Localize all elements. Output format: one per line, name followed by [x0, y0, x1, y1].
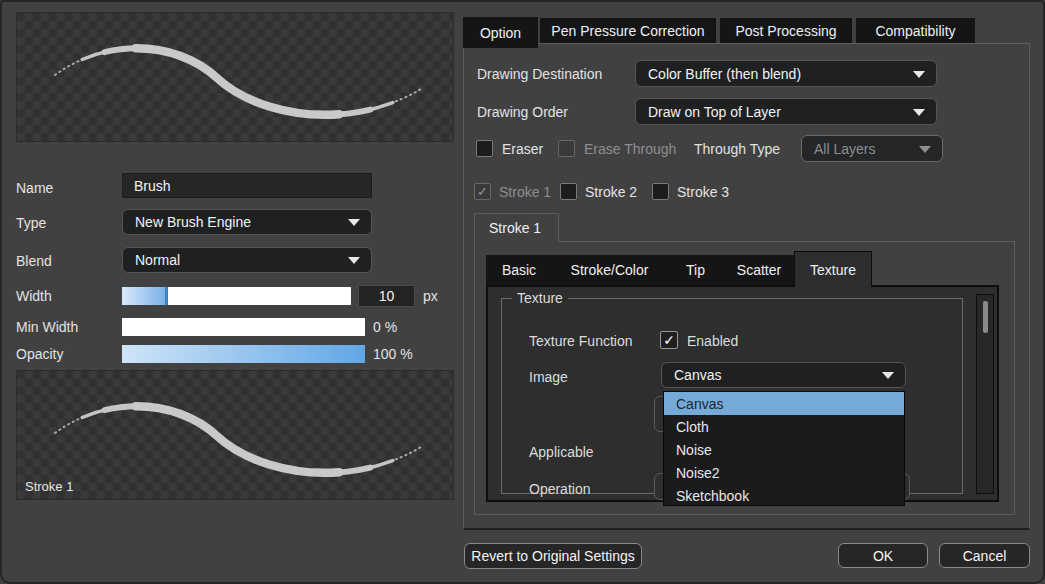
min-width-slider[interactable] — [122, 318, 365, 336]
tab-scatter[interactable]: Scatter — [724, 255, 794, 285]
enabled-label: Enabled — [687, 333, 738, 349]
brush-stroke-preview-curve — [17, 371, 453, 499]
stroke2-check-label: Stroke 2 — [585, 184, 637, 200]
type-label: Type — [16, 215, 46, 231]
drawing-destination-label: Drawing Destination — [477, 66, 602, 82]
drawing-destination-dropdown[interactable]: Color Buffer (then blend) — [635, 60, 937, 87]
dropdown-option-noise2[interactable]: Noise2 — [664, 461, 904, 484]
min-width-value: 0 % — [373, 319, 397, 335]
tab-compatibility[interactable]: Compatibility — [856, 18, 975, 43]
revert-button[interactable]: Revert to Original Settings — [464, 543, 642, 569]
chevron-down-icon — [913, 109, 925, 116]
scrollbar[interactable] — [976, 294, 994, 494]
brush-preview-bottom: Stroke 1 — [16, 370, 454, 500]
chevron-down-icon — [882, 372, 894, 379]
through-type-label: Through Type — [694, 141, 780, 157]
image-dropdown[interactable]: Canvas — [661, 362, 906, 388]
name-input[interactable]: Brush — [122, 173, 372, 198]
erase-through-checkbox — [558, 140, 575, 157]
texture-function-label: Texture Function — [529, 333, 633, 349]
blend-label: Blend — [16, 253, 52, 269]
width-unit: px — [423, 288, 438, 304]
through-type-dropdown: All Layers — [801, 135, 943, 162]
cancel-button[interactable]: Cancel — [939, 543, 1030, 568]
dropdown-option-sketchbook[interactable]: Sketchbook — [664, 484, 904, 507]
stroke2-checkbox[interactable] — [560, 183, 577, 200]
brush-stroke-preview-curve — [17, 13, 453, 141]
scrollbar-thumb[interactable] — [983, 301, 988, 333]
eraser-checkbox[interactable] — [476, 140, 493, 157]
width-slider[interactable] — [122, 287, 351, 305]
blend-dropdown[interactable]: Normal — [122, 247, 372, 273]
image-label: Image — [529, 369, 568, 385]
tab-stroke-color[interactable]: Stroke/Color — [552, 255, 667, 285]
texture-groupbox-title: Texture — [512, 290, 568, 306]
stroke1-checkbox: ✓ — [474, 183, 491, 200]
applicable-label: Applicable — [529, 444, 594, 460]
drawing-order-label: Drawing Order — [477, 104, 568, 120]
ok-button[interactable]: OK — [838, 543, 928, 568]
dropdown-option-noise[interactable]: Noise — [664, 438, 904, 461]
type-dropdown[interactable]: New Brush Engine — [122, 209, 372, 235]
brush-preview-top — [16, 12, 454, 142]
tab-option[interactable]: Option — [463, 17, 538, 48]
brush-settings-dialog: Name Brush Type New Brush Engine Blend N… — [0, 0, 1045, 584]
chevron-down-icon — [919, 146, 931, 153]
image-dropdown-popup: Canvas Cloth Noise Noise2 Sketchbook — [663, 391, 905, 506]
tab-pen-pressure-correction[interactable]: Pen Pressure Correction — [540, 18, 716, 43]
opacity-value: 100 % — [373, 346, 413, 362]
chevron-down-icon — [913, 71, 925, 78]
min-width-label: Min Width — [16, 319, 78, 335]
stroke3-checkbox[interactable] — [652, 183, 669, 200]
drawing-order-dropdown[interactable]: Draw on Top of Layer — [635, 98, 937, 125]
stroke1-tab[interactable]: Stroke 1 — [474, 213, 559, 242]
eraser-label: Eraser — [502, 141, 543, 157]
preview-caption: Stroke 1 — [25, 479, 73, 494]
chevron-down-icon — [348, 219, 360, 226]
tab-tip[interactable]: Tip — [667, 255, 724, 285]
erase-through-label: Erase Through — [584, 141, 676, 157]
chevron-down-icon — [348, 257, 360, 264]
width-label: Width — [16, 288, 52, 304]
stroke3-check-label: Stroke 3 — [677, 184, 729, 200]
dropdown-option-cloth[interactable]: Cloth — [664, 415, 904, 438]
tab-post-processing[interactable]: Post Processing — [720, 18, 852, 43]
tab-basic[interactable]: Basic — [486, 255, 552, 285]
width-value-box[interactable]: 10 — [358, 285, 415, 307]
width-slider-handle[interactable] — [165, 287, 168, 305]
operation-label: Operation — [529, 481, 590, 497]
texture-function-checkbox[interactable]: ✓ — [660, 331, 678, 349]
opacity-slider[interactable] — [122, 345, 365, 363]
name-label: Name — [16, 180, 53, 196]
stroke1-check-label: Stroke 1 — [499, 184, 551, 200]
tab-texture[interactable]: Texture — [794, 251, 872, 287]
dropdown-option-canvas[interactable]: Canvas — [664, 392, 904, 415]
opacity-label: Opacity — [16, 346, 63, 362]
